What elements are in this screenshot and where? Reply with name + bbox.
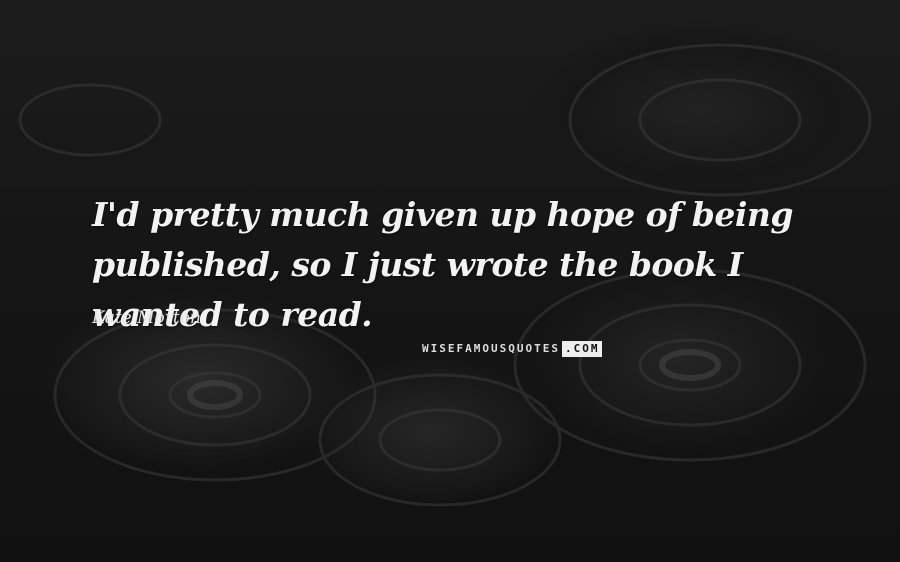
quote-author: Kate Morton [92,308,201,328]
watermark-main-text: WISEFAMOUSQUOTES [422,342,560,355]
quote-text: I'd pretty much given up hope of being p… [92,195,793,334]
site-watermark: WISEFAMOUSQUOTES .COM [420,341,603,357]
quote-card: I'd pretty much given up hope of being p… [0,0,900,562]
watermark-domain-suffix: .COM [561,341,603,357]
